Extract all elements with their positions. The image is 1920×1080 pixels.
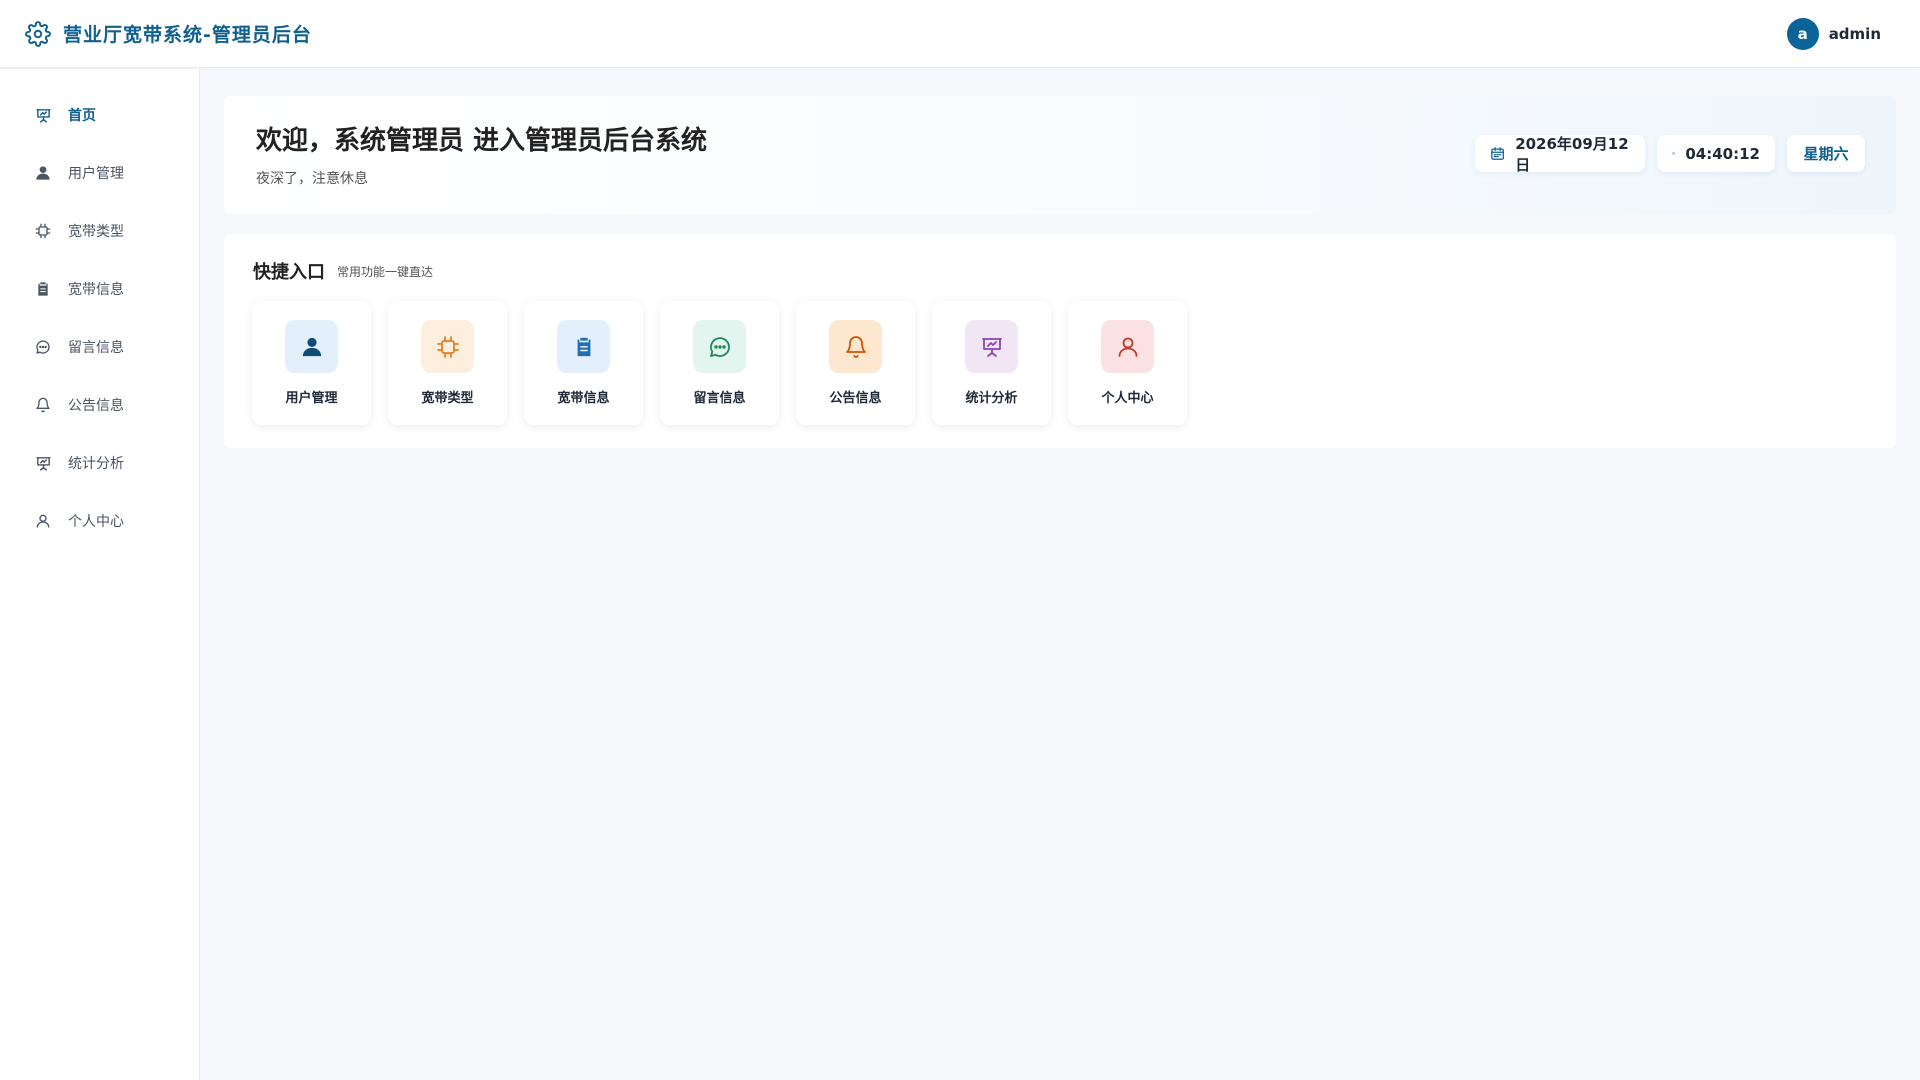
- user-icon: [285, 320, 338, 373]
- sidebar-item-broadband-info[interactable]: 宽带信息: [0, 267, 199, 311]
- message-icon: [34, 338, 52, 356]
- sidebar-item-label: 宽带信息: [68, 282, 124, 298]
- current-time: 04:40:12: [1685, 144, 1760, 163]
- chip-icon: [34, 222, 52, 240]
- quick-entry-subtitle: 常用功能一键直达: [337, 265, 434, 279]
- bell-icon: [34, 396, 52, 414]
- quick-card-notices[interactable]: 公告信息: [796, 301, 915, 425]
- sidebar-item-label: 统计分析: [68, 456, 124, 472]
- sidebar-item-label: 宽带类型: [68, 224, 124, 240]
- quick-card-statistics[interactable]: 统计分析: [932, 301, 1051, 425]
- quick-card-label: 个人中心: [1101, 391, 1154, 406]
- avatar[interactable]: a: [1786, 18, 1819, 50]
- current-date: 2026年09月12日: [1515, 134, 1629, 174]
- user-outline-icon: [1101, 320, 1154, 373]
- gear-icon: [25, 20, 51, 47]
- calendar-icon: [1491, 147, 1504, 160]
- sidebar-item-notices[interactable]: 公告信息: [0, 383, 199, 427]
- user-outline-icon: [34, 512, 52, 530]
- quick-card-broadband-type[interactable]: 宽带类型: [388, 301, 507, 425]
- clipboard-icon: [34, 280, 52, 298]
- sidebar-item-users[interactable]: 用户管理: [0, 151, 199, 195]
- quick-card-label: 公告信息: [829, 391, 882, 406]
- quick-card-profile[interactable]: 个人中心: [1068, 301, 1187, 425]
- welcome-banner: 欢迎，系统管理员 进入管理员后台系统 夜深了，注意休息 2026年09月12日 …: [224, 96, 1896, 214]
- user-menu[interactable]: a admin: [1786, 18, 1881, 50]
- app-title: 营业厅宽带系统-管理员后台: [63, 24, 312, 46]
- quick-entry-title: 快捷入口: [253, 262, 325, 283]
- chip-icon: [421, 320, 474, 373]
- sidebar: 首页 用户管理 宽带类型 宽带信息 留言信息 公告信息 统计分析 个人中心: [0, 69, 200, 1080]
- quick-card-label: 宽带类型: [421, 391, 474, 406]
- welcome-title: 欢迎，系统管理员 进入管理员后台系统: [256, 126, 708, 156]
- quick-card-label: 宽带信息: [557, 391, 610, 406]
- sidebar-item-statistics[interactable]: 统计分析: [0, 441, 199, 485]
- weekday-chip: 星期六: [1787, 135, 1865, 172]
- presentation-icon: [34, 454, 52, 472]
- username[interactable]: admin: [1829, 25, 1881, 43]
- sidebar-item-label: 首页: [68, 108, 96, 124]
- welcome-subtitle: 夜深了，注意休息: [256, 171, 368, 187]
- sidebar-item-label: 公告信息: [68, 398, 124, 414]
- sidebar-item-broadband-type[interactable]: 宽带类型: [0, 209, 199, 253]
- clipboard-icon: [557, 320, 610, 373]
- brand[interactable]: 营业厅宽带系统-管理员后台: [25, 20, 312, 47]
- quick-card-users[interactable]: 用户管理: [252, 301, 371, 425]
- current-weekday: 星期六: [1803, 145, 1849, 163]
- sidebar-item-messages[interactable]: 留言信息: [0, 325, 199, 369]
- message-icon: [693, 320, 746, 373]
- presentation-icon: [965, 320, 1018, 373]
- quick-card-broadband-info[interactable]: 宽带信息: [524, 301, 643, 425]
- sidebar-item-label: 个人中心: [68, 514, 124, 530]
- bell-icon: [829, 320, 882, 373]
- sidebar-item-profile[interactable]: 个人中心: [0, 499, 199, 543]
- quick-entry-panel: 快捷入口 常用功能一键直达 用户管理 宽带类型 宽带信息 留言信息 公告信息 统…: [224, 234, 1896, 448]
- sidebar-item-label: 留言信息: [68, 340, 124, 356]
- presentation-icon: [34, 106, 52, 124]
- quick-card-label: 留言信息: [693, 391, 746, 406]
- clock-icon: [1672, 152, 1676, 155]
- time-chip: 04:40:12: [1657, 135, 1775, 172]
- sidebar-item-home[interactable]: 首页: [0, 93, 199, 137]
- quick-card-label: 用户管理: [285, 391, 338, 406]
- user-icon: [34, 164, 52, 182]
- sidebar-item-label: 用户管理: [68, 166, 124, 182]
- top-bar: 营业厅宽带系统-管理员后台 a admin: [0, 0, 1920, 68]
- date-chip: 2026年09月12日: [1475, 134, 1645, 174]
- quick-card-label: 统计分析: [965, 391, 1018, 406]
- quick-card-messages[interactable]: 留言信息: [660, 301, 779, 425]
